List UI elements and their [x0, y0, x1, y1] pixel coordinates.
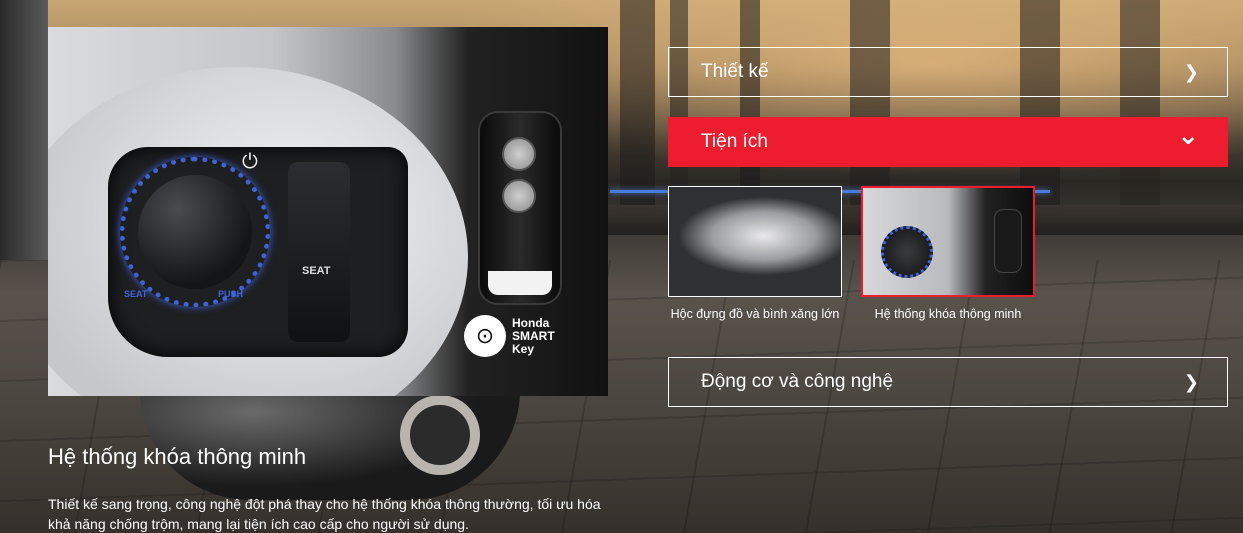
feature-photo: ⏻ SEAT PUSH SEAT ⊙ Honda SMART Key	[48, 27, 608, 396]
smart-key-image	[863, 188, 1033, 295]
thumbnail-storage[interactable]	[668, 186, 842, 297]
thumb-key-fob	[995, 210, 1021, 272]
chevron-right-icon: ❯	[1183, 61, 1199, 83]
chevron-right-icon: ❯	[1183, 371, 1199, 393]
chevron-down-icon: ⌄	[1177, 121, 1199, 151]
fob-tip	[488, 271, 552, 295]
accordion-label: Động cơ và công nghệ	[701, 371, 894, 392]
city-skyline	[600, 0, 1243, 210]
power-icon: ⏻	[242, 151, 258, 173]
fob-signal-button	[502, 179, 536, 213]
thumbnail-label[interactable]: Hộc đựng đồ và bình xăng lớn	[665, 307, 845, 322]
scooter-wheel-rim	[400, 395, 480, 475]
fob-motorbike-button	[502, 137, 536, 171]
honda-smart-key-brand: ⊙ Honda SMART Key	[464, 315, 555, 357]
accordion-label: Tiện ích	[701, 131, 768, 152]
ignition-knob	[138, 175, 252, 289]
brand-line-3: Key	[512, 341, 535, 356]
accordion-thiet-ke[interactable]: Thiết kế ❯	[668, 47, 1228, 97]
accordion-tien-ich[interactable]: Tiện ích ⌄	[668, 117, 1228, 167]
thumbnail-smart-key[interactable]	[861, 186, 1035, 297]
brand-text: Honda SMART Key	[512, 315, 555, 356]
smart-key-logo-icon: ⊙	[464, 315, 506, 357]
seat-button-pictured	[288, 162, 350, 342]
thumbnail-label[interactable]: Hệ thống khóa thông minh	[858, 307, 1038, 322]
feature-title: Hệ thống khóa thông minh	[48, 444, 307, 469]
thumb-ignition-ring	[881, 226, 933, 278]
accordion-dong-co[interactable]: Động cơ và công nghệ ❯	[668, 357, 1228, 407]
seat-small-label: SEAT	[124, 289, 148, 299]
brand-line-1: Honda	[512, 315, 550, 330]
accordion-label: Thiết kế	[701, 61, 769, 82]
brand-line-2: SMART	[512, 328, 555, 343]
feature-description: Thiết kế sang trọng, công nghệ đột phá t…	[48, 496, 601, 532]
push-small-label: PUSH	[218, 289, 244, 299]
building-edge	[0, 0, 48, 260]
seat-label: SEAT	[302, 265, 331, 277]
storage-compartment-image	[669, 187, 841, 296]
